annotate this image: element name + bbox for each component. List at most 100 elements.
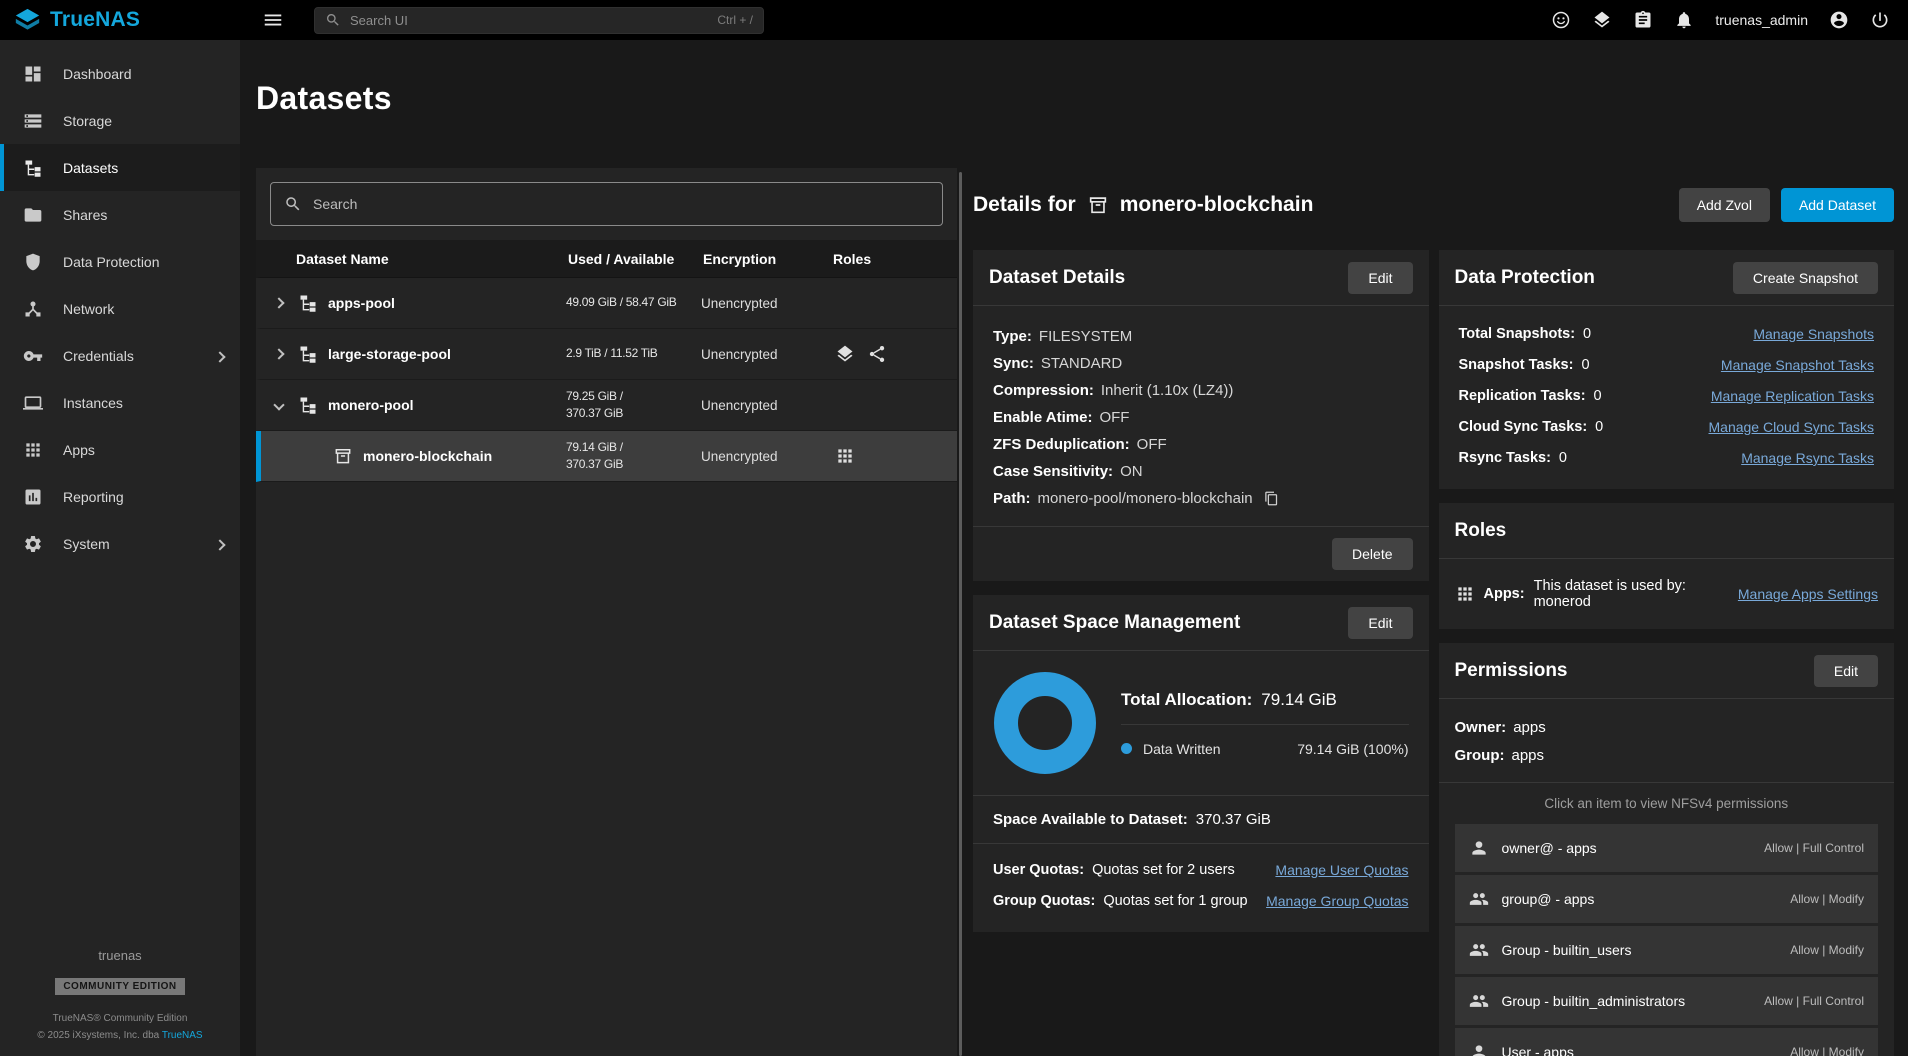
field-value: monero-pool/monero-blockchain (1038, 485, 1253, 512)
sidebar-item-label: Instances (63, 395, 123, 411)
manage-group-quotas-link[interactable]: Manage Group Quotas (1266, 886, 1408, 917)
legend-value: 79.14 GiB (100%) (1297, 741, 1408, 757)
add-dataset-button[interactable]: Add Dataset (1781, 188, 1894, 222)
power-icon (1870, 10, 1890, 30)
user-menu-button[interactable] (1829, 10, 1849, 30)
manage-apps-settings-link[interactable]: Manage Apps Settings (1738, 586, 1878, 602)
jobs-button[interactable] (1633, 10, 1653, 30)
sidebar-item-network[interactable]: Network (0, 285, 240, 332)
expand-chevron-icon[interactable] (270, 294, 288, 312)
permission-item-group[interactable]: group@ - apps Allow | Modify (1455, 875, 1879, 923)
apps-role-text: This dataset is used by: monerod (1534, 578, 1729, 610)
sidebar-item-reporting[interactable]: Reporting (0, 473, 240, 520)
alerts-button[interactable] (1674, 10, 1694, 30)
expand-chevron-icon[interactable] (270, 345, 288, 363)
truecommand-button[interactable] (1592, 10, 1612, 30)
owner-row: Owner:apps (1455, 714, 1879, 742)
column-header-used-available: Used / Available (566, 251, 701, 267)
truenas-footer-link[interactable]: TrueNAS (162, 1030, 203, 1041)
sidebar-item-label: Data Protection (63, 254, 160, 270)
dataset-search-input[interactable] (313, 196, 929, 212)
person-icon (1469, 838, 1489, 858)
dataset-row-large-storage-pool[interactable]: large-storage-pool 2.9 TiB / 11.52 TiB U… (256, 329, 957, 380)
apps-role-label: Apps: (1484, 586, 1525, 602)
dataset-search[interactable] (270, 182, 943, 226)
permission-access: Allow | Full Control (1764, 994, 1864, 1008)
user-circle-icon (1829, 10, 1849, 30)
manage-replication-tasks-link[interactable]: Manage Replication Tasks (1711, 381, 1874, 412)
field-label: ZFS Deduplication: (993, 431, 1130, 458)
sidebar-item-apps[interactable]: Apps (0, 426, 240, 473)
power-button[interactable] (1870, 10, 1890, 30)
sidebar-item-dashboard[interactable]: Dashboard (0, 50, 240, 97)
edit-space-button[interactable]: Edit (1348, 607, 1412, 639)
details-title: Details for monero-blockchain (973, 193, 1313, 217)
manage-rsync-tasks-link[interactable]: Manage Rsync Tasks (1741, 443, 1874, 474)
field-zfs-deduplication: ZFS Deduplication:OFF (993, 431, 1409, 458)
dataset-row-monero-pool[interactable]: monero-pool 79.25 GiB /370.37 GiB Unencr… (256, 380, 957, 431)
sidebar-item-label: Network (63, 301, 114, 317)
dataset-row-apps-pool[interactable]: apps-pool 49.09 GiB / 58.47 GiB Unencryp… (256, 278, 957, 329)
divider (1439, 782, 1895, 783)
manage-snapshot-tasks-link[interactable]: Manage Snapshot Tasks (1721, 350, 1874, 381)
field-value: OFF (1099, 404, 1129, 431)
column-header-roles: Roles (831, 251, 957, 267)
field-case-sensitivity: Case Sensitivity:ON (993, 458, 1409, 485)
dp-label: Rsync Tasks: (1459, 443, 1551, 474)
permission-item-owner[interactable]: owner@ - apps Allow | Full Control (1455, 824, 1879, 872)
dataset-space-management-card: Dataset Space Management Edit Total Allo… (973, 595, 1429, 932)
total-allocation-row: Total Allocation:79.14 GiB (1121, 690, 1409, 725)
permissions-hint: Click an item to view NFSv4 permissions (1439, 796, 1895, 811)
key-icon (23, 346, 43, 366)
used-available-cell: 79.14 GiB /370.37 GiB (566, 439, 701, 474)
edit-dataset-details-button[interactable]: Edit (1348, 262, 1412, 294)
global-search[interactable]: Ctrl + / (314, 7, 764, 34)
create-snapshot-button[interactable]: Create Snapshot (1733, 262, 1878, 294)
sidebar-item-instances[interactable]: Instances (0, 379, 240, 426)
manage-snapshots-link[interactable]: Manage Snapshots (1753, 319, 1874, 350)
apps-role-icon (835, 446, 855, 466)
used-line: 79.14 GiB / (566, 440, 623, 454)
snapshot-tasks-row: Snapshot Tasks:0 Manage Snapshot Tasks (1459, 350, 1875, 381)
details-pane: Details for monero-blockchain Add Zvol A… (973, 186, 1894, 1056)
dataset-tree-icon (298, 344, 318, 364)
hamburger-icon (262, 9, 284, 31)
delete-dataset-button[interactable]: Delete (1332, 538, 1412, 570)
tree-scrollbar[interactable] (959, 172, 962, 1056)
field-label: Compression: (993, 377, 1094, 404)
dp-value: 0 (1594, 381, 1602, 412)
sidebar-item-system[interactable]: System (0, 520, 240, 567)
user-quotas-row: User Quotas: Quotas set for 2 users Mana… (993, 855, 1409, 886)
feedback-button[interactable] (1551, 10, 1571, 30)
used-line: 370.37 GiB (566, 405, 701, 422)
permission-item-user-apps[interactable]: User - apps Allow | Modify (1455, 1028, 1879, 1056)
logged-in-username: truenas_admin (1715, 12, 1808, 28)
sidebar-item-credentials[interactable]: Credentials (0, 332, 240, 379)
copyright-text: © 2025 iXsystems, Inc. dba TrueNAS (0, 1027, 240, 1044)
dataset-row-monero-blockchain[interactable]: monero-blockchain 79.14 GiB /370.37 GiB … (256, 431, 957, 482)
sidebar-item-shares[interactable]: Shares (0, 191, 240, 238)
truenas-brand[interactable]: TrueNAS (0, 8, 240, 33)
edit-permissions-button[interactable]: Edit (1814, 655, 1878, 687)
edition-badge: COMMUNITY EDITION (55, 978, 184, 995)
sidebar-item-datasets[interactable]: Datasets (0, 144, 240, 191)
menu-toggle-button[interactable] (258, 5, 288, 35)
dp-value: 0 (1595, 412, 1603, 443)
sidebar-item-label: Storage (63, 113, 112, 129)
folder-icon (23, 205, 43, 225)
global-search-input[interactable] (350, 13, 708, 28)
sidebar-item-storage[interactable]: Storage (0, 97, 240, 144)
copy-path-button[interactable] (1264, 491, 1279, 506)
manage-cloud-sync-tasks-link[interactable]: Manage Cloud Sync Tasks (1709, 412, 1875, 443)
manage-user-quotas-link[interactable]: Manage User Quotas (1275, 855, 1408, 886)
sidebar-item-data-protection[interactable]: Data Protection (0, 238, 240, 285)
bell-icon (1674, 10, 1694, 30)
group-row: Group:apps (1455, 742, 1879, 770)
user-quotas-label: User Quotas: (993, 855, 1084, 886)
encryption-cell: Unencrypted (701, 296, 831, 311)
add-zvol-button[interactable]: Add Zvol (1679, 188, 1770, 222)
permission-item-builtin-administrators[interactable]: Group - builtin_administrators Allow | F… (1455, 977, 1879, 1025)
collapse-chevron-icon[interactable] (270, 396, 288, 414)
encryption-cell: Unencrypted (701, 449, 831, 464)
permission-item-builtin-users[interactable]: Group - builtin_users Allow | Modify (1455, 926, 1879, 974)
